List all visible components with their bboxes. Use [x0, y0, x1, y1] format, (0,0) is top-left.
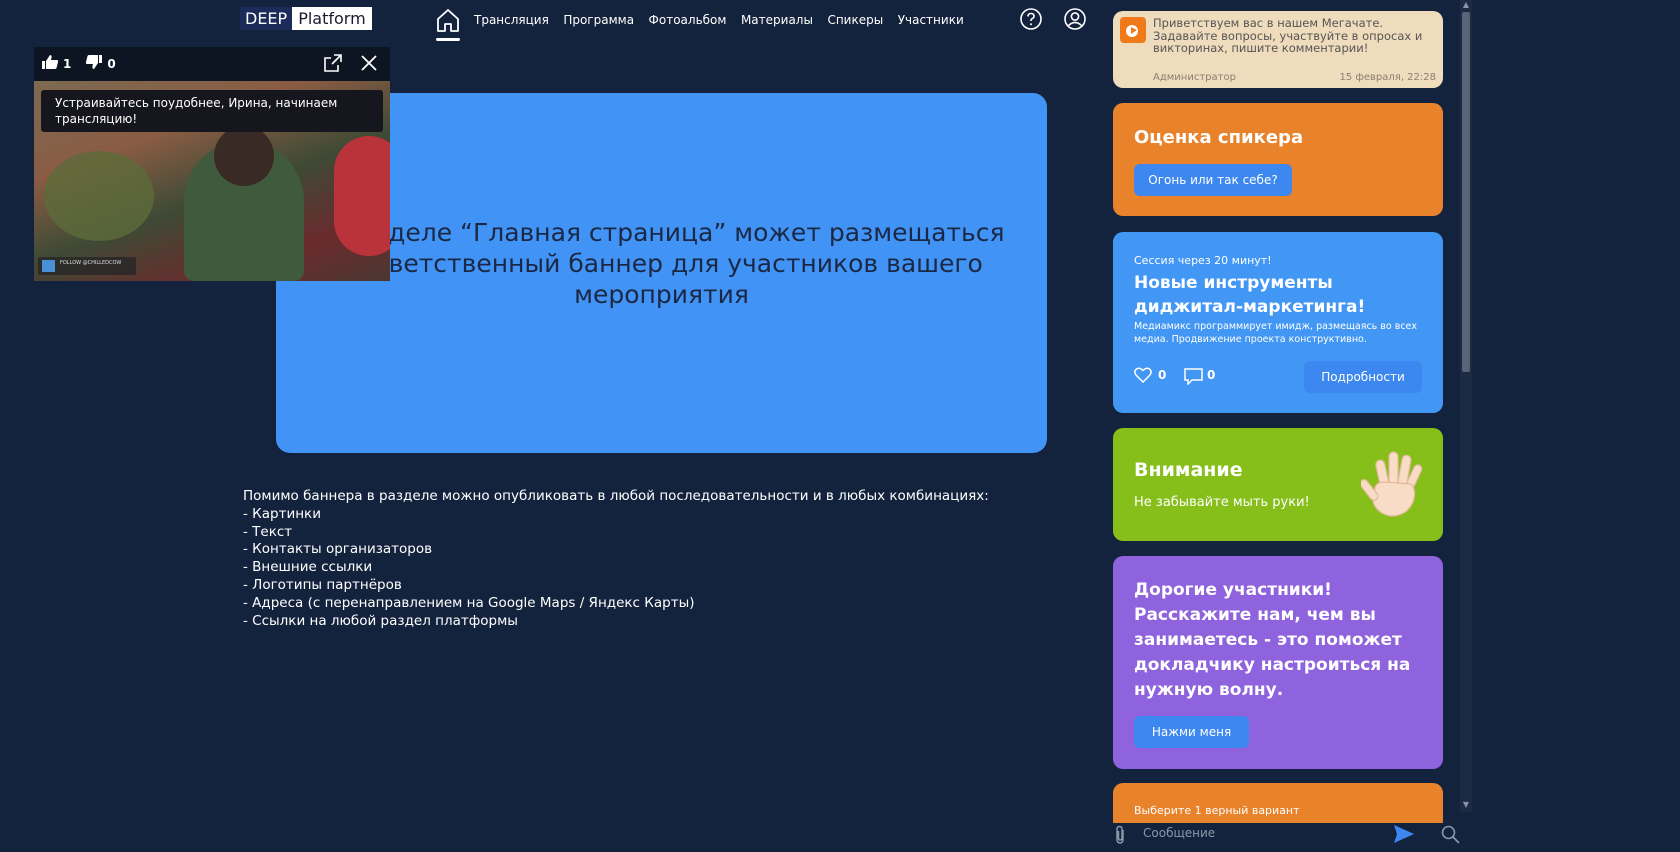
- nav-translation[interactable]: Трансляция: [474, 13, 549, 27]
- heart-icon[interactable]: [1134, 367, 1152, 387]
- session-card: Сессия через 20 минут! Новые инструменты…: [1113, 232, 1443, 413]
- session-details-button[interactable]: Подробности: [1304, 361, 1422, 393]
- list-item: - Картинки: [243, 505, 321, 522]
- admin-avatar-icon: [1120, 17, 1146, 43]
- nav-materials[interactable]: Материалы: [741, 13, 813, 27]
- session-likes: 0: [1158, 368, 1167, 382]
- popout-icon[interactable]: [323, 53, 343, 77]
- speaker-rating-card: Оценка спикера Огонь или так себе?: [1113, 103, 1443, 216]
- list-item: - Текст: [243, 523, 293, 540]
- nav-photoalbum[interactable]: Фотоальбом: [649, 13, 727, 27]
- video-scene-chair: [334, 136, 390, 256]
- video-popup: 1 0 FOLLOW @CHILLEDCOW Устраивайтесь поу…: [34, 47, 390, 281]
- likes-count: 1: [63, 57, 72, 71]
- admin-meta: Администратор 15 февраля, 22:28: [1153, 72, 1436, 83]
- scroll-down-icon[interactable]: ▼: [1460, 800, 1472, 810]
- chat-scrollbar[interactable]: ▲ ▼: [1460, 0, 1472, 812]
- video-frame[interactable]: FOLLOW @CHILLEDCOW Устраивайтесь поудобн…: [34, 81, 390, 281]
- message-input[interactable]: Сообщение: [1143, 826, 1215, 840]
- home-icon[interactable]: [436, 7, 460, 41]
- admin-name: Администратор: [1153, 72, 1236, 83]
- send-icon[interactable]: [1393, 824, 1415, 848]
- attention-text: Не забывайте мыть руки!: [1134, 495, 1310, 510]
- hand-icon: [1359, 448, 1431, 524]
- participants-title: Дорогие участники! Расскажите нам, чем в…: [1134, 580, 1411, 700]
- session-pre: Сессия через 20 минут!: [1134, 254, 1272, 267]
- welcome-banner: В разделе “Главная страница” может разме…: [276, 93, 1047, 453]
- attention-card: Внимание Не забывайте мыть руки!: [1113, 428, 1443, 541]
- nav-speakers[interactable]: Спикеры: [827, 13, 883, 27]
- close-icon[interactable]: [360, 54, 378, 76]
- admin-time: 15 февраля, 22:28: [1339, 72, 1436, 83]
- attach-icon[interactable]: [1113, 825, 1127, 849]
- video-scene-plants: [44, 151, 154, 241]
- attention-title: Внимание: [1134, 459, 1243, 481]
- session-comments: 0: [1207, 368, 1216, 382]
- logo[interactable]: DEEP Platform: [240, 7, 372, 30]
- video-overlay-follow: FOLLOW @CHILLEDCOW: [38, 257, 136, 275]
- comment-icon[interactable]: [1184, 368, 1203, 389]
- video-scene-head: [214, 126, 274, 186]
- video-toolbar: 1 0: [34, 47, 390, 81]
- speaker-rating-title: Оценка спикера: [1134, 127, 1304, 148]
- nav-program[interactable]: Программа: [563, 13, 634, 27]
- session-desc: Медиамикс программирует имидж, размещаяс…: [1134, 321, 1418, 345]
- list-item: - Контакты организаторов: [243, 541, 433, 558]
- search-icon[interactable]: [1441, 825, 1460, 848]
- logo-deep: DEEP: [240, 7, 293, 30]
- thumbs-up-icon[interactable]: [41, 54, 59, 74]
- scroll-up-icon[interactable]: ▲: [1460, 0, 1472, 10]
- speaker-rating-button[interactable]: Огонь или так себе?: [1134, 164, 1292, 196]
- admin-message-text: Приветствуем вас в нашем Мегачате. Задав…: [1153, 16, 1423, 55]
- video-toast: Устраивайтесь поудобнее, Ирина, начинаем…: [41, 90, 383, 132]
- thumbs-down-icon[interactable]: [85, 54, 103, 74]
- list-item: - Адреса (с перенаправлением на Google M…: [243, 594, 695, 611]
- participants-card: Дорогие участники! Расскажите нам, чем в…: [1113, 556, 1443, 769]
- main-description: Помимо баннера в разделе можно опубликов…: [243, 488, 989, 630]
- intro-text: Помимо баннера в разделе можно опубликов…: [243, 488, 989, 504]
- quiz-text: Выберите 1 верный вариант: [1134, 804, 1300, 817]
- press-me-button[interactable]: Нажми меня: [1134, 716, 1249, 748]
- banner-text: В разделе “Главная страница” может разме…: [318, 218, 1005, 309]
- list-item: - Ссылки на любой раздел платформы: [243, 612, 518, 629]
- session-title: Новые инструменты диджитал-маркетинга!: [1134, 273, 1366, 317]
- quiz-card: Выберите 1 верный вариант: [1113, 783, 1443, 823]
- dislikes-count: 0: [107, 57, 116, 71]
- help-icon[interactable]: [1019, 7, 1043, 31]
- logo-platform: Platform: [292, 7, 372, 30]
- admin-message: Приветствуем вас в нашем Мегачате. Задав…: [1113, 11, 1443, 88]
- chat-input-bar: Сообщение: [1110, 818, 1466, 850]
- profile-icon[interactable]: [1063, 7, 1087, 31]
- list-item: - Логотипы партнёров: [243, 576, 402, 593]
- scrollbar-thumb[interactable]: [1462, 12, 1470, 372]
- list-item: - Внешние ссылки: [243, 559, 373, 576]
- main-nav: Трансляция Программа Фотоальбом Материал…: [436, 6, 978, 41]
- nav-participants[interactable]: Участники: [898, 13, 964, 27]
